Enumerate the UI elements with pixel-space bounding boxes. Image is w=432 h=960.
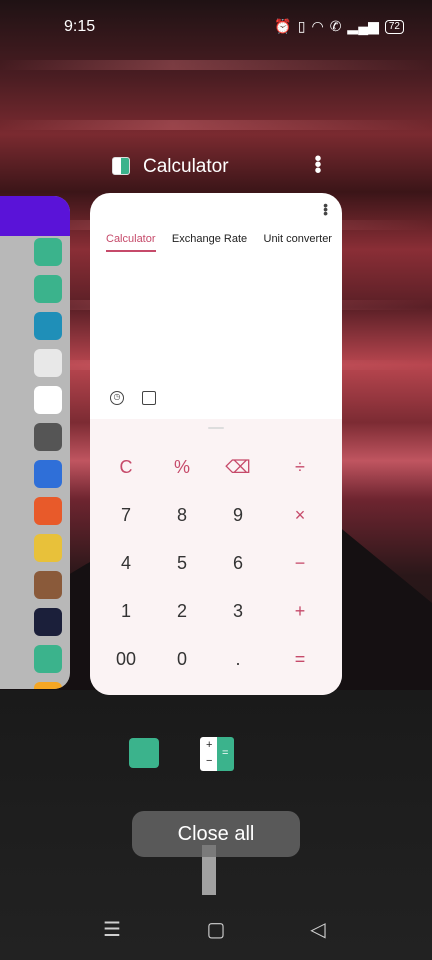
previous-app-icon-list [34, 238, 64, 689]
tab-unit-converter[interactable]: Unit converter [264, 233, 332, 245]
more-options-icon[interactable]: • • • [310, 149, 326, 181]
signal-icon: ▂▄▆ [347, 18, 379, 34]
photos-icon [34, 571, 62, 599]
key-1[interactable]: 1 [98, 593, 154, 629]
keypad-grip[interactable] [208, 427, 224, 429]
key-minus[interactable]: − [272, 545, 328, 581]
key-7[interactable]: 7 [98, 497, 154, 533]
vibrate-icon: ▯ [297, 18, 306, 34]
key-multiply[interactable]: × [272, 497, 328, 533]
wallpaper-streak [0, 60, 432, 70]
c-app-icon [34, 460, 62, 488]
key-decimal[interactable]: . [210, 641, 266, 677]
calculator-tabs: Calculator Exchange Rate Unit converter [106, 233, 332, 252]
key-0[interactable]: 0 [154, 641, 210, 677]
key-5[interactable]: 5 [154, 545, 210, 581]
files-icon [34, 645, 62, 673]
status-icons: ⏰ ▯ ◠ ✆ ▂▄▆ 72 [274, 18, 404, 35]
key-percent[interactable]: % [154, 449, 210, 485]
key-clear[interactable]: C [98, 449, 154, 485]
history-icon[interactable]: ◷ [110, 391, 124, 405]
pencil-icon [34, 312, 62, 340]
calculator-thumbnail-minus: − [206, 755, 213, 767]
status-bar: 9:15 ⏰ ▯ ◠ ✆ ▂▄▆ 72 [0, 14, 432, 42]
tab-calculator[interactable]: Calculator [106, 233, 156, 252]
key-4[interactable]: 4 [98, 545, 154, 581]
scientific-mode-icon[interactable] [142, 391, 156, 405]
home-icon[interactable]: ▢ [204, 918, 228, 942]
key-9[interactable]: 9 [210, 497, 266, 533]
key-8[interactable]: 8 [154, 497, 210, 533]
key-backspace[interactable]: ⌫ [210, 449, 266, 485]
calculator-thumbnail-equals: = [222, 747, 229, 759]
recents-icon[interactable]: ☰ [100, 918, 124, 942]
calculator-thumbnail-icon[interactable]: + − = [200, 737, 234, 771]
calculator-thumbnail-plus: + [206, 739, 213, 751]
key-2[interactable]: 2 [154, 593, 210, 629]
recent-app-title: Calculator [143, 156, 229, 177]
key-6[interactable]: 6 [210, 545, 266, 581]
calculator-app-icon [112, 157, 130, 175]
app-icon [34, 238, 62, 266]
chrome-icon [34, 534, 62, 562]
android-icon [34, 275, 62, 303]
calculator-tools: ◷ [110, 391, 156, 405]
android-app-thumbnail-icon[interactable] [129, 738, 159, 768]
status-time: 9:15 [64, 18, 96, 35]
close-all-button[interactable]: Close all [132, 811, 300, 857]
key-divide[interactable]: ÷ [272, 449, 328, 485]
recent-app-card-previous[interactable] [0, 196, 70, 689]
calculator-keypad: C % ⌫ ÷ 7 8 9 × 4 5 6 − 1 2 3 + 00 0 . = [90, 419, 342, 695]
calculator-icon [34, 349, 62, 377]
battery-icon: 72 [384, 19, 404, 34]
wallpaper-streak [0, 120, 432, 130]
recent-app-header[interactable]: Calculator • • • [112, 149, 332, 181]
wifi-icon: ◠ [311, 18, 324, 34]
back-icon[interactable]: ◁ [306, 918, 330, 942]
card-more-icon[interactable]: • • • [323, 198, 328, 220]
calendar-icon [34, 386, 62, 414]
key-equals[interactable]: = [272, 641, 328, 677]
key-3[interactable]: 3 [210, 593, 266, 629]
tab-exchange-rate[interactable]: Exchange Rate [172, 233, 247, 245]
previous-app-topbar [0, 196, 70, 236]
camera-icon [34, 423, 62, 451]
call-icon: ✆ [329, 18, 342, 34]
back-app-icon [34, 608, 62, 636]
key-00[interactable]: 00 [98, 641, 154, 677]
recent-app-card-calculator[interactable]: • • • Calculator Exchange Rate Unit conver… [90, 193, 342, 695]
alarm-icon: ⏰ [274, 18, 292, 34]
key-plus[interactable]: + [272, 593, 328, 629]
r-app-icon [34, 682, 62, 689]
system-nav-bar: ☰ ▢ ◁ [0, 918, 432, 948]
ccleaner-icon [34, 497, 62, 525]
